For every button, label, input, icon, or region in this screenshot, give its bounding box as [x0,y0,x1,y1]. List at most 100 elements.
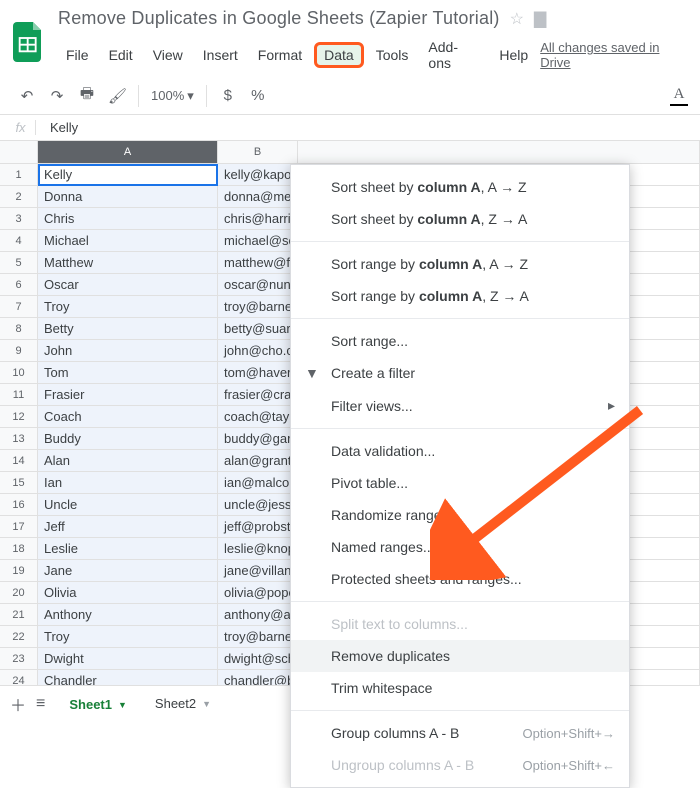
cell[interactable]: uncle@jesse [218,494,298,516]
star-icon[interactable]: ☆ [510,9,524,29]
cell[interactable]: jane@villanu [218,560,298,582]
cell[interactable]: Jeff [38,516,218,538]
row-header[interactable]: 9 [0,340,38,362]
menu-item[interactable]: Protected sheets and ranges... [291,563,629,595]
cell[interactable]: Matthew [38,252,218,274]
cell[interactable]: Dwight [38,648,218,670]
column-header-a[interactable]: A [38,141,218,164]
menu-item[interactable]: Remove duplicates [291,640,629,672]
row-header[interactable]: 10 [0,362,38,384]
menu-item[interactable]: Sort sheet by column A, Z → A [291,203,629,235]
row-header[interactable]: 1 [0,164,38,186]
cell[interactable]: olivia@pope [218,582,298,604]
row-header[interactable]: 19 [0,560,38,582]
row-header[interactable]: 23 [0,648,38,670]
zoom-select[interactable]: 100% ▾ [151,88,194,104]
cell[interactable]: coach@tayl [218,406,298,428]
cell[interactable]: jeff@probst. [218,516,298,538]
undo-icon[interactable]: ↶ [18,87,36,105]
menu-data[interactable]: Data [314,42,364,68]
cell[interactable]: john@cho.c [218,340,298,362]
row-header[interactable]: 13 [0,428,38,450]
row-header[interactable]: 6 [0,274,38,296]
cell[interactable]: Anthony [38,604,218,626]
cell[interactable]: Troy [38,296,218,318]
menu-item[interactable]: Group columns A - BOption+Shift+→ [291,717,629,749]
cell[interactable]: Oscar [38,274,218,296]
row-header[interactable]: 17 [0,516,38,538]
cell[interactable]: michael@sc [218,230,298,252]
cell[interactable]: dwight@sch [218,648,298,670]
menu-item[interactable]: Trim whitespace [291,672,629,704]
row-header[interactable]: 20 [0,582,38,604]
cell[interactable]: Alan [38,450,218,472]
cell[interactable]: Kelly [38,164,218,186]
menu-add-ons[interactable]: Add-ons [420,35,487,75]
formula-bar-value[interactable]: Kelly [44,120,78,135]
format-percent-icon[interactable]: % [249,87,267,104]
select-all-corner[interactable] [0,141,38,164]
menu-item[interactable]: Randomize range [291,499,629,531]
row-header[interactable]: 5 [0,252,38,274]
sheets-app-icon[interactable] [10,17,48,67]
row-header[interactable]: 7 [0,296,38,318]
cell[interactable]: Troy [38,626,218,648]
sheet-tab-sheet2[interactable]: Sheet2 ▼ [141,689,225,718]
row-header[interactable]: 4 [0,230,38,252]
menu-view[interactable]: View [145,43,191,67]
cell[interactable]: troy@barnes [218,296,298,318]
add-sheet-button[interactable]: ＋ [10,692,26,716]
save-status[interactable]: All changes saved in Drive [540,40,690,70]
menu-item[interactable]: Create a filter▼ [291,357,629,389]
cell[interactable]: John [38,340,218,362]
row-header[interactable]: 3 [0,208,38,230]
column-header-b[interactable]: B [218,141,298,164]
row-header[interactable]: 22 [0,626,38,648]
menu-item[interactable]: Pivot table... [291,467,629,499]
cell[interactable]: kelly@kapov [218,164,298,186]
underline-icon[interactable]: A [670,86,688,106]
cell[interactable]: Leslie [38,538,218,560]
cell[interactable]: Chris [38,208,218,230]
cell[interactable]: betty@suare [218,318,298,340]
row-header[interactable]: 2 [0,186,38,208]
spreadsheet-grid[interactable]: A B 1Kellykelly@kapov 2Donnadonna@mea 3Chr… [0,141,700,692]
cell[interactable]: alan@grant. [218,450,298,472]
formula-bar[interactable]: fx Kelly [0,115,700,141]
cell[interactable]: buddy@garr [218,428,298,450]
menu-item[interactable]: Sort sheet by column A, A → Z [291,171,629,203]
menu-file[interactable]: File [58,43,97,67]
menu-edit[interactable]: Edit [101,43,141,67]
document-title[interactable]: Remove Duplicates in Google Sheets (Zapi… [58,8,500,29]
row-header[interactable]: 14 [0,450,38,472]
menu-insert[interactable]: Insert [195,43,246,67]
row-header[interactable]: 18 [0,538,38,560]
cell[interactable]: frasier@cran [218,384,298,406]
cell[interactable]: Coach [38,406,218,428]
menu-item[interactable]: Sort range by column A, A → Z [291,248,629,280]
menu-tools[interactable]: Tools [368,43,417,67]
menu-item[interactable]: Sort range by column A, Z → A [291,280,629,312]
row-header[interactable]: 16 [0,494,38,516]
format-currency-icon[interactable]: $ [219,87,237,104]
cell[interactable]: Betty [38,318,218,340]
column-header-empty[interactable] [298,141,700,164]
cell[interactable]: Donna [38,186,218,208]
menu-item[interactable]: Filter views...▸ [291,389,629,422]
menu-item[interactable]: Data validation... [291,435,629,467]
cell[interactable]: Buddy [38,428,218,450]
all-sheets-button[interactable]: ≡ [36,695,45,713]
menu-item[interactable]: Sort range... [291,325,629,357]
row-header[interactable]: 21 [0,604,38,626]
cell[interactable]: Ian [38,472,218,494]
cell[interactable]: anthony@an [218,604,298,626]
cell[interactable]: Olivia [38,582,218,604]
menu-help[interactable]: Help [491,43,536,67]
cell[interactable]: leslie@knop [218,538,298,560]
menu-format[interactable]: Format [250,43,310,67]
cell[interactable]: oscar@nune [218,274,298,296]
row-header[interactable]: 11 [0,384,38,406]
cell[interactable]: Uncle [38,494,218,516]
redo-icon[interactable]: ↷ [48,87,66,105]
cell[interactable]: donna@mea [218,186,298,208]
